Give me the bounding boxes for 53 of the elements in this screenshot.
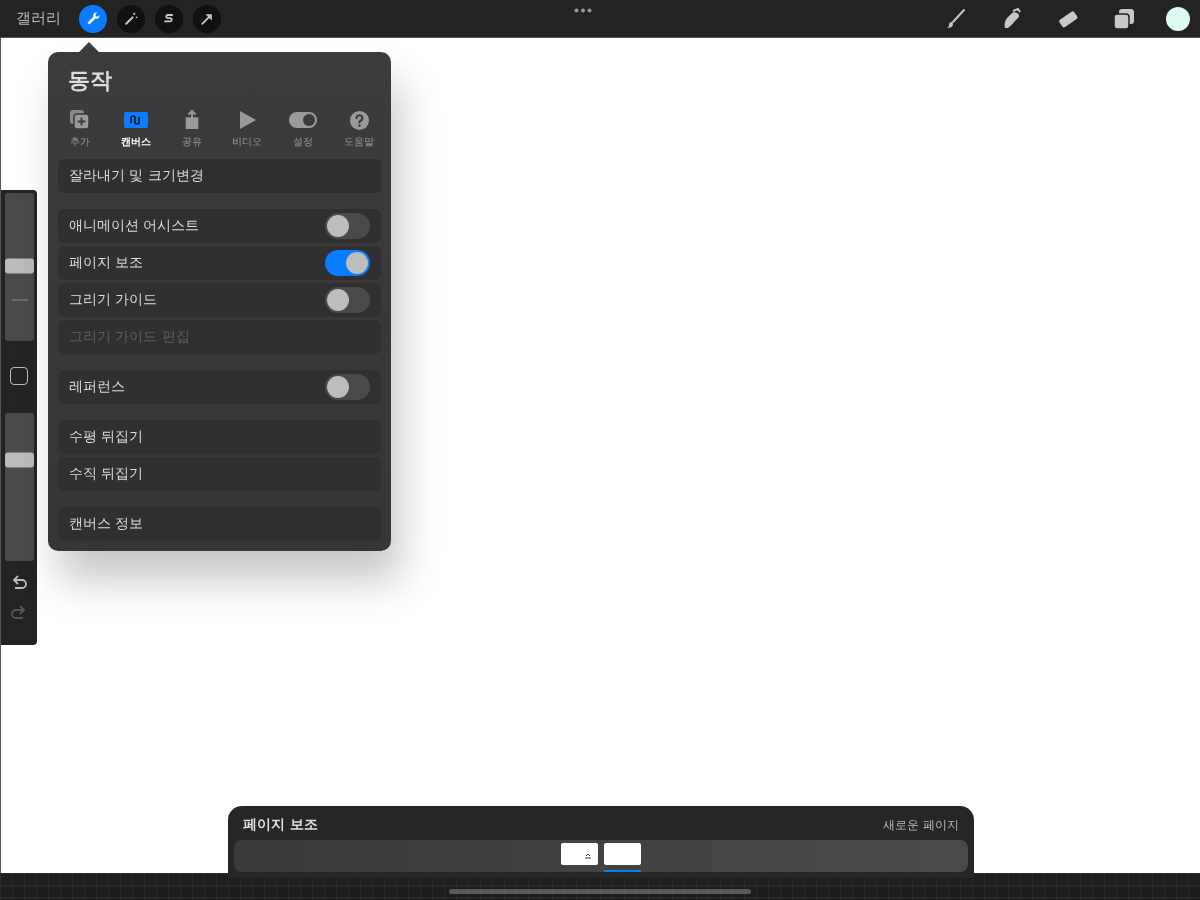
play-icon bbox=[237, 110, 258, 130]
toggle-switch[interactable] bbox=[325, 287, 370, 313]
tab[interactable]: 공유 bbox=[163, 108, 220, 149]
menu-row-label: 잘라내기 및 크기변경 bbox=[69, 167, 204, 185]
slider-track[interactable] bbox=[4, 413, 34, 561]
menu-row[interactable]: 페이지 보조 bbox=[58, 246, 381, 280]
tool-button[interactable] bbox=[79, 4, 107, 33]
slider-thumb[interactable] bbox=[4, 258, 34, 274]
layers-icon[interactable] bbox=[1112, 6, 1136, 31]
menu-row[interactable]: 레퍼런스 bbox=[58, 370, 381, 404]
more-dots-icon[interactable] bbox=[573, 8, 592, 13]
menu-row[interactable]: 수직 뒤집기 bbox=[58, 457, 381, 491]
toggle-switch[interactable] bbox=[325, 374, 370, 400]
menu-row-label: 수직 뒤집기 bbox=[69, 465, 144, 483]
menu-row-label: 그리기 가이드 bbox=[69, 291, 158, 309]
tool-button[interactable] bbox=[117, 4, 145, 33]
panel-title: 동작 bbox=[68, 67, 113, 95]
gallery-link[interactable]: 갤러리 bbox=[16, 9, 61, 28]
toggle-switch[interactable] bbox=[325, 250, 370, 276]
tab[interactable]: 추가 bbox=[52, 108, 108, 149]
menu-row[interactable]: 애니메이션 어시스트 bbox=[58, 209, 381, 243]
panel-title: 페이지 보조 bbox=[243, 816, 318, 834]
menu-row[interactable]: 수평 뒤집기 bbox=[58, 420, 381, 454]
add-icon bbox=[68, 109, 91, 131]
sketch-mark-icon bbox=[585, 854, 591, 859]
wrench-icon bbox=[85, 10, 101, 27]
menu-row[interactable]: 캔버스 정보 bbox=[58, 507, 381, 541]
toggle-switch[interactable] bbox=[325, 213, 370, 239]
menu-row-label: 페이지 보조 bbox=[69, 254, 144, 272]
menu-row[interactable]: 그리기 가이드 bbox=[58, 283, 381, 317]
tool-button[interactable] bbox=[193, 4, 221, 33]
tab[interactable]: 설정 bbox=[275, 108, 332, 149]
new-page-button[interactable]: 새로운 페이지 bbox=[883, 816, 959, 834]
toggle-icon bbox=[289, 112, 318, 128]
magic-wand-icon bbox=[123, 10, 139, 27]
slider-thumb[interactable] bbox=[4, 452, 34, 468]
color-swatch[interactable] bbox=[1166, 6, 1190, 31]
menu-row-label: 수평 뒤집기 bbox=[69, 428, 144, 446]
slider-track[interactable] bbox=[4, 193, 34, 341]
tool-button[interactable] bbox=[155, 4, 183, 33]
menu-row-label: 레퍼런스 bbox=[69, 378, 125, 396]
menu-row-label: 캔버스 정보 bbox=[69, 515, 144, 533]
modify-button[interactable] bbox=[10, 367, 28, 385]
page-thumbnail[interactable] bbox=[604, 843, 641, 866]
tab[interactable]: 캔버스 bbox=[107, 108, 164, 149]
page-thumbnail[interactable] bbox=[561, 843, 598, 866]
menu-row-label: 애니메이션 어시스트 bbox=[69, 217, 200, 235]
canvas-icon bbox=[123, 112, 148, 128]
undo-icon[interactable] bbox=[10, 575, 28, 591]
help-icon bbox=[349, 110, 369, 130]
tab[interactable]: 비디오 bbox=[219, 108, 276, 149]
tab[interactable]: 도움말 bbox=[331, 108, 387, 149]
menu-row[interactable]: 잘라내기 및 크기변경 bbox=[58, 159, 381, 193]
